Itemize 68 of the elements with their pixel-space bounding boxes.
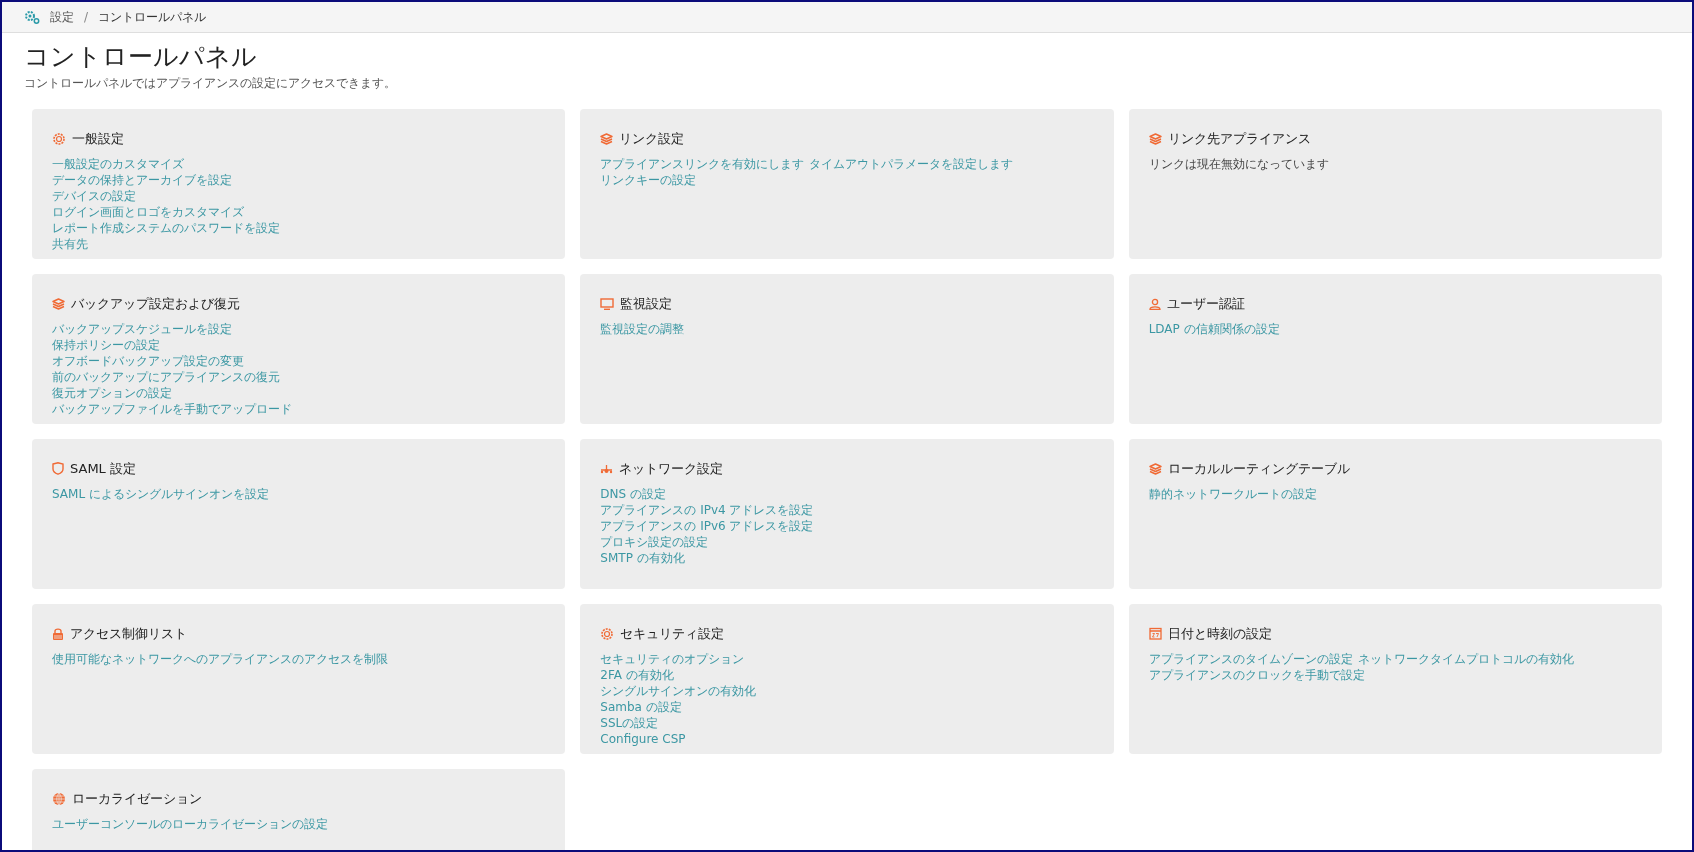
monitor-icon: [600, 297, 615, 310]
layers-icon: [52, 297, 65, 310]
settings-link[interactable]: アプライアンスのタイムゾーンの設定: [1148, 650, 1353, 667]
settings-link[interactable]: アプライアンスのクロックを手動で設定: [1148, 666, 1365, 683]
card-title: リンク設定: [619, 130, 685, 148]
settings-link[interactable]: アプライアンスの IPv6 アドレスを設定: [600, 517, 1094, 534]
globe-icon: [52, 791, 66, 806]
settings-link[interactable]: SAML によるシングルサインオンを設定: [52, 485, 546, 502]
settings-link[interactable]: シングルサインオンの有効化: [600, 682, 1094, 699]
settings-link[interactable]: アプライアンスリンクを有効にします: [600, 155, 805, 172]
settings-link[interactable]: 使用可能なネットワークへのアプライアンスのアクセスを制限: [52, 650, 546, 667]
status-text: リンクは現在無効になっています: [1148, 155, 1330, 172]
settings-link[interactable]: ネットワークタイムプロトコルの有効化: [1357, 650, 1574, 667]
settings-link[interactable]: リンクキーの設定: [600, 171, 697, 188]
card-title: 監視設定: [620, 295, 673, 313]
card-title: 日付と時刻の設定: [1167, 625, 1272, 643]
calendar-icon: [1148, 627, 1162, 641]
card-title: 一般設定: [72, 130, 124, 148]
breadcrumb-separator: /: [84, 9, 89, 26]
breadcrumb-current: コントロールパネル: [98, 9, 207, 26]
card-title: アクセス制御リスト: [70, 625, 187, 643]
settings-link[interactable]: データの保持とアーカイブを設定: [52, 171, 546, 188]
gears-icon: [24, 10, 40, 24]
shield-icon: [52, 462, 64, 476]
settings-link[interactable]: バックアップファイルを手動でアップロード: [52, 400, 546, 417]
user-icon: [1148, 297, 1161, 310]
gear-icon: [52, 131, 66, 146]
settings-link[interactable]: SMTP の有効化: [600, 549, 1094, 566]
card-title: SAML 設定: [70, 460, 136, 478]
breadcrumb-link[interactable]: 設定: [50, 8, 74, 26]
settings-link[interactable]: ログイン画面とロゴをカスタマイズ: [52, 203, 546, 220]
network-icon: [600, 463, 614, 474]
settings-link[interactable]: SSLの設定: [600, 714, 1094, 731]
layers-icon: [1148, 132, 1162, 145]
settings-link[interactable]: LDAP の信頼関係の設定: [1148, 320, 1642, 337]
gear-icon: [600, 626, 615, 641]
card-title: リンク先アプライアンス: [1167, 130, 1311, 148]
settings-link[interactable]: 復元オプションの設定: [52, 384, 546, 401]
card-title: ネットワーク設定: [619, 460, 724, 478]
settings-link[interactable]: 一般設定のカスタマイズ: [52, 155, 546, 172]
page-subtitle: コントロールパネルではアプライアンスの設定にアクセスできます。: [24, 75, 397, 92]
layers-icon: [600, 132, 614, 145]
card-title: ローカルルーティングテーブル: [1167, 460, 1350, 478]
settings-link[interactable]: 監視設定の調整: [600, 320, 1094, 337]
settings-link[interactable]: デバイスの設定: [52, 187, 546, 204]
layers-icon: [1148, 462, 1162, 475]
settings-link[interactable]: 静的ネットワークルートの設定: [1148, 485, 1642, 502]
settings-link[interactable]: アプライアンスの IPv4 アドレスを設定: [600, 501, 1094, 518]
settings-link[interactable]: ユーザーコンソールのローカライゼーションの設定: [52, 815, 546, 832]
settings-link[interactable]: 2FA の有効化: [600, 666, 1094, 683]
settings-link[interactable]: タイムアウトパラメータを設定します: [809, 155, 1014, 172]
settings-link[interactable]: 前のバックアップにアプライアンスの復元: [52, 368, 546, 385]
card-title: セキュリティ設定: [620, 625, 725, 643]
settings-link[interactable]: Configure CSP: [600, 730, 1094, 747]
card-title: ユーザー認証: [1166, 295, 1245, 313]
card-title: バックアップ設定および復元: [71, 295, 240, 313]
settings-link[interactable]: 共有先: [52, 235, 546, 252]
settings-link[interactable]: バックアップスケジュールを設定: [52, 320, 546, 337]
page-title: コントロールパネル: [24, 41, 258, 73]
settings-link[interactable]: Samba の設定: [600, 698, 1094, 715]
settings-link[interactable]: DNS の設定: [600, 485, 1094, 502]
settings-link[interactable]: レポート作成システムのパスワードを設定: [52, 219, 546, 236]
settings-link[interactable]: 保持ポリシーの設定: [52, 336, 546, 353]
card-title: ローカライゼーション: [72, 790, 202, 808]
lock-icon: [52, 626, 64, 641]
settings-link[interactable]: プロキシ設定の設定: [600, 533, 1094, 550]
settings-link[interactable]: オフボードバックアップ設定の変更: [52, 352, 546, 369]
settings-link[interactable]: セキュリティのオプション: [600, 650, 1094, 667]
